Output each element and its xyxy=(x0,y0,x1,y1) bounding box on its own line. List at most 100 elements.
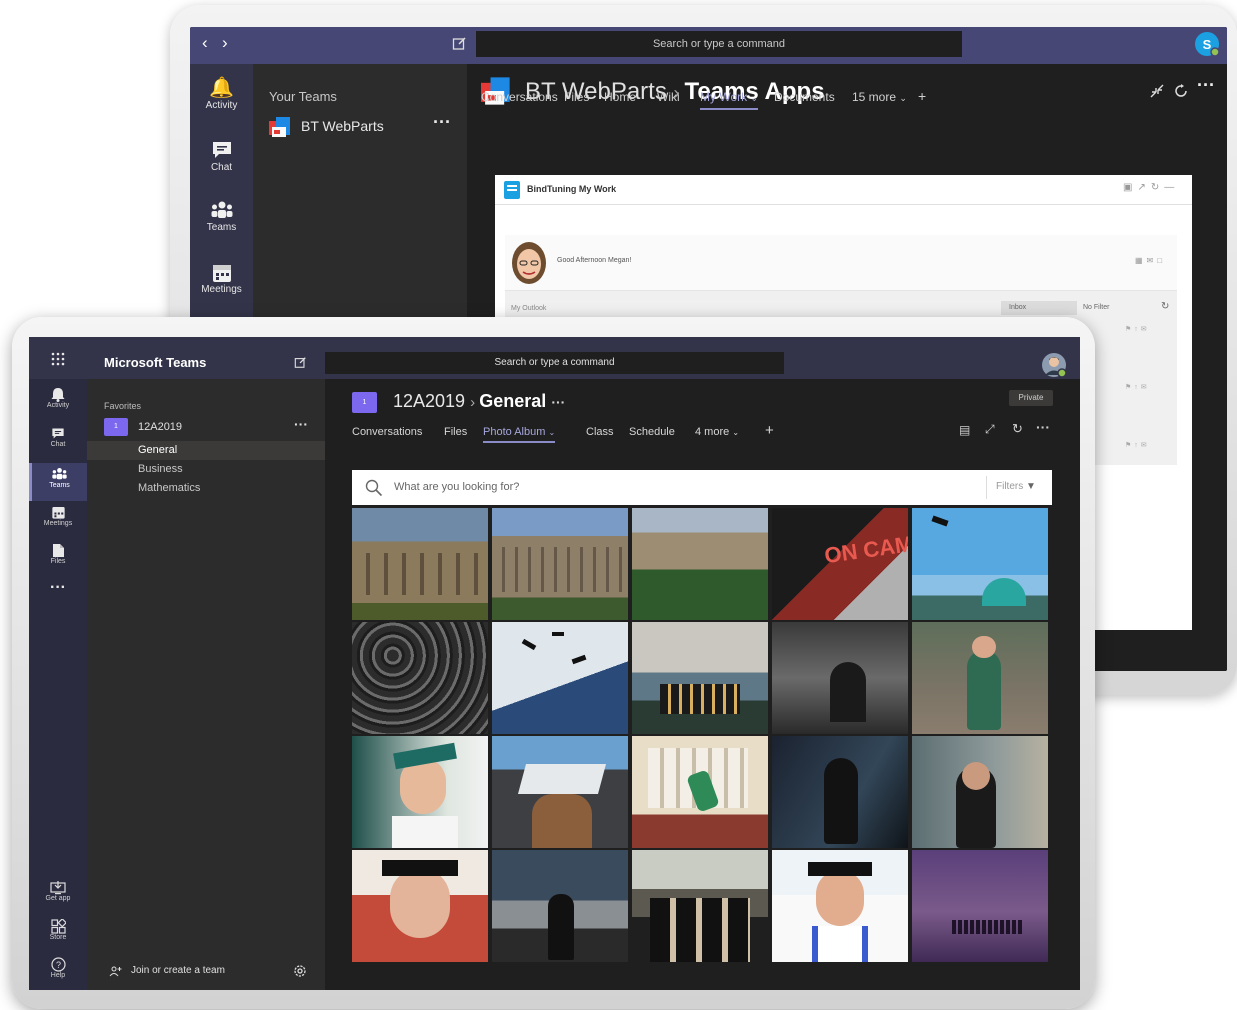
photo-gothic-hall[interactable] xyxy=(492,508,628,620)
private-badge: Private xyxy=(1009,390,1053,406)
compose-icon[interactable] xyxy=(452,36,467,51)
front-search-input[interactable]: Search or type a command xyxy=(325,352,784,374)
team-item-12a2019[interactable]: 1 12A2019 ··· xyxy=(104,416,310,438)
rail-item-meetings[interactable]: Meetings xyxy=(29,505,87,527)
rail-item-files[interactable]: Files xyxy=(29,543,87,565)
tab-schedule[interactable]: Schedule xyxy=(629,426,675,438)
rail-item-chat[interactable]: Chat xyxy=(190,138,253,173)
photo-confetti-graduate[interactable] xyxy=(352,850,488,962)
photo-jumping-graduate[interactable] xyxy=(632,736,768,848)
more-options-icon[interactable]: ··· xyxy=(294,416,308,432)
rail-item-teams[interactable]: Teams xyxy=(190,200,253,233)
add-tab-icon[interactable]: + xyxy=(765,422,774,439)
photo-graduate-courtyard[interactable] xyxy=(492,850,628,962)
help-icon: ? xyxy=(50,957,66,972)
team-name: 12A2019 xyxy=(138,421,183,433)
channel-item-general[interactable]: General xyxy=(87,441,325,460)
album-search-bar[interactable]: What are you looking for? Filters ▼ xyxy=(352,470,1052,505)
filters-label: Filters xyxy=(996,481,1024,492)
photo-campus-building[interactable] xyxy=(352,508,488,620)
rail-label: Chat xyxy=(210,162,233,173)
filter-select[interactable]: No Filter xyxy=(1083,301,1153,315)
gear-icon[interactable] xyxy=(293,964,307,978)
tab-documents[interactable]: Documents xyxy=(774,90,835,104)
mail-action-icons[interactable]: ⚑↑✉ xyxy=(1125,441,1150,449)
photo-graduate-dusk[interactable] xyxy=(772,736,908,848)
reload-icon[interactable] xyxy=(1173,83,1189,99)
tab-files[interactable]: Files xyxy=(564,90,589,104)
photo-cap-toss-dome[interactable] xyxy=(912,508,1048,620)
inbox-select[interactable]: Inbox xyxy=(1001,301,1077,315)
user-avatar[interactable] xyxy=(1041,352,1067,378)
photo-graduates-waterfront[interactable] xyxy=(632,622,768,734)
photo-graduate-white-dress[interactable] xyxy=(772,850,908,962)
tab-class[interactable]: Class xyxy=(586,426,614,438)
reload-icon[interactable]: ↻ xyxy=(1012,421,1023,437)
photo-graduate-garden[interactable] xyxy=(912,736,1048,848)
rail-item-activity[interactable]: Activity xyxy=(29,387,87,409)
photo-graduation-caps-crowd[interactable] xyxy=(352,622,488,734)
rail-item-help[interactable]: ? Help xyxy=(29,957,87,979)
more-options-icon[interactable]: ··· xyxy=(551,394,565,410)
compose-icon[interactable] xyxy=(294,356,307,369)
channel-item-mathematics[interactable]: Mathematics xyxy=(138,482,200,494)
photo-graduate-bw[interactable] xyxy=(772,622,908,734)
app-launcher-icon[interactable] xyxy=(51,352,65,366)
expand-icon[interactable]: ⤢ xyxy=(985,422,995,437)
album-search-input[interactable]: What are you looking for? xyxy=(394,481,519,493)
calendar-icon xyxy=(212,265,231,282)
tab-wiki[interactable]: Wiki xyxy=(657,90,680,104)
tab-my-work[interactable]: My Work ⌄ xyxy=(700,90,758,110)
tab-conversations[interactable]: Conversations xyxy=(481,90,558,104)
mail-action-icons[interactable]: ⚑↑✉ xyxy=(1125,383,1150,391)
webpart-toolbar-icons[interactable]: ▣↗↻— xyxy=(1123,182,1179,193)
tab-photo-album[interactable]: Photo Album ⌄ xyxy=(483,426,556,443)
skype-avatar-icon[interactable]: S xyxy=(1194,31,1220,57)
add-tab-icon[interactable]: + xyxy=(918,88,926,104)
more-options-icon[interactable]: ··· xyxy=(1197,75,1215,96)
tab-more[interactable]: 4 more ⌄ xyxy=(695,426,739,438)
photo-grid: ON CAMPUS xyxy=(352,508,1052,964)
greeting-icons[interactable]: ▦✉□ xyxy=(1135,256,1166,265)
join-create-team[interactable]: Join or create a team xyxy=(109,965,309,981)
photo-graduate-steps[interactable] xyxy=(912,622,1048,734)
rail-item-store[interactable]: Store xyxy=(29,919,87,941)
photo-cap-back-view[interactable] xyxy=(492,736,628,848)
bell-icon: 🔔 xyxy=(209,77,234,99)
tab-label: 15 more xyxy=(852,90,897,104)
refresh-icon[interactable]: ↻ xyxy=(1161,301,1169,312)
more-options-icon[interactable]: ··· xyxy=(433,112,451,133)
forward-arrow-icon[interactable]: › xyxy=(222,33,228,53)
rail-item-meetings[interactable]: Meetings xyxy=(190,262,253,295)
tab-files[interactable]: Files xyxy=(444,426,467,438)
team-item-bt-webparts[interactable]: BT WebParts ··· xyxy=(269,112,459,140)
tab-home[interactable]: Home xyxy=(604,90,636,104)
photo-caps-thrown[interactable] xyxy=(492,622,628,734)
channel-item-business[interactable]: Business xyxy=(138,463,183,475)
rail-item-activity[interactable]: 🔔 Activity xyxy=(190,76,253,111)
svg-text:S: S xyxy=(1203,37,1212,52)
tab-conversations[interactable]: Conversations xyxy=(352,426,422,438)
photo-graduates-walking[interactable] xyxy=(632,850,768,962)
back-search-input[interactable]: Search or type a command xyxy=(476,31,962,57)
more-options-icon[interactable]: ··· xyxy=(1036,419,1050,435)
breadcrumb-team[interactable]: 12A2019 xyxy=(393,391,465,411)
more-apps-icon[interactable]: ··· xyxy=(29,579,87,597)
conversation-icon[interactable]: ▤ xyxy=(959,423,970,437)
mail-action-icons[interactable]: ⚑↑✉ xyxy=(1125,325,1150,333)
rail-item-chat[interactable]: Chat xyxy=(29,426,87,448)
photo-campus-sign[interactable]: ON CAMPUS xyxy=(772,508,908,620)
photo-smiling-graduate[interactable] xyxy=(352,736,488,848)
filters-button[interactable]: Filters ▼ xyxy=(996,481,1036,492)
photo-silhouette-sunset[interactable] xyxy=(912,850,1048,962)
chevron-down-icon: ⌄ xyxy=(732,428,740,437)
rail-item-get-app[interactable]: Get app xyxy=(29,880,87,902)
webpart-title: BindTuning My Work xyxy=(527,184,617,194)
breadcrumb-chevron-icon: › xyxy=(470,394,480,411)
photo-college-lawn[interactable] xyxy=(632,508,768,620)
bt-webparts-logo-icon xyxy=(269,117,290,137)
collapse-icon[interactable] xyxy=(1149,83,1165,99)
back-arrow-icon[interactable]: ‹ xyxy=(202,33,208,53)
rail-item-teams[interactable]: Teams xyxy=(29,463,87,501)
tab-more[interactable]: 15 more ⌄ xyxy=(852,90,907,104)
